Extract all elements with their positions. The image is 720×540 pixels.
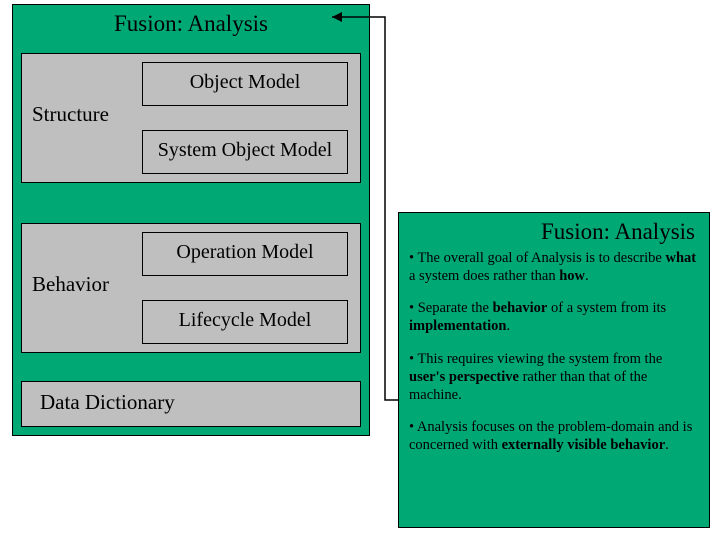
bold: how <box>559 268 585 284</box>
text: . <box>585 268 589 284</box>
bullet-4: • Analysis focuses on the problem-domain… <box>409 418 699 454</box>
bold: behavior <box>493 300 548 316</box>
left-panel: Fusion: Analysis Structure Object Model … <box>12 4 370 436</box>
behavior-box: Behavior Operation Model Lifecycle Model <box>21 223 361 353</box>
operation-model-box: Operation Model <box>142 232 348 276</box>
text: • Separate the <box>409 300 493 316</box>
text: . <box>665 437 669 453</box>
bullet-2: • Separate the behavior of a system from… <box>409 299 699 335</box>
behavior-label: Behavior <box>32 272 109 297</box>
bold: implementation <box>409 318 506 334</box>
structure-label: Structure <box>32 102 109 127</box>
structure-box: Structure Object Model System Object Mod… <box>21 53 361 183</box>
text: of a system from its <box>547 300 666 316</box>
text: . <box>506 318 510 334</box>
system-object-model-box: System Object Model <box>142 130 348 174</box>
bullet-3: • This requires viewing the system from … <box>409 350 699 404</box>
lifecycle-model-box: Lifecycle Model <box>142 300 348 344</box>
text: • This requires viewing the system from … <box>409 351 662 367</box>
bold: externally visible behavior <box>502 437 666 453</box>
bullet-1: • The overall goal of Analysis is to des… <box>409 249 699 285</box>
text: a system does rather than <box>409 268 559 284</box>
left-panel-title: Fusion: Analysis <box>13 11 369 37</box>
data-dictionary-box: Data Dictionary <box>21 381 361 427</box>
right-panel-title: Fusion: Analysis <box>409 219 699 245</box>
bold: user's perspective <box>409 369 519 385</box>
object-model-box: Object Model <box>142 62 348 106</box>
bold: what <box>666 250 697 266</box>
right-panel: Fusion: Analysis • The overall goal of A… <box>398 212 710 528</box>
text: • The overall goal of Analysis is to des… <box>409 250 666 266</box>
